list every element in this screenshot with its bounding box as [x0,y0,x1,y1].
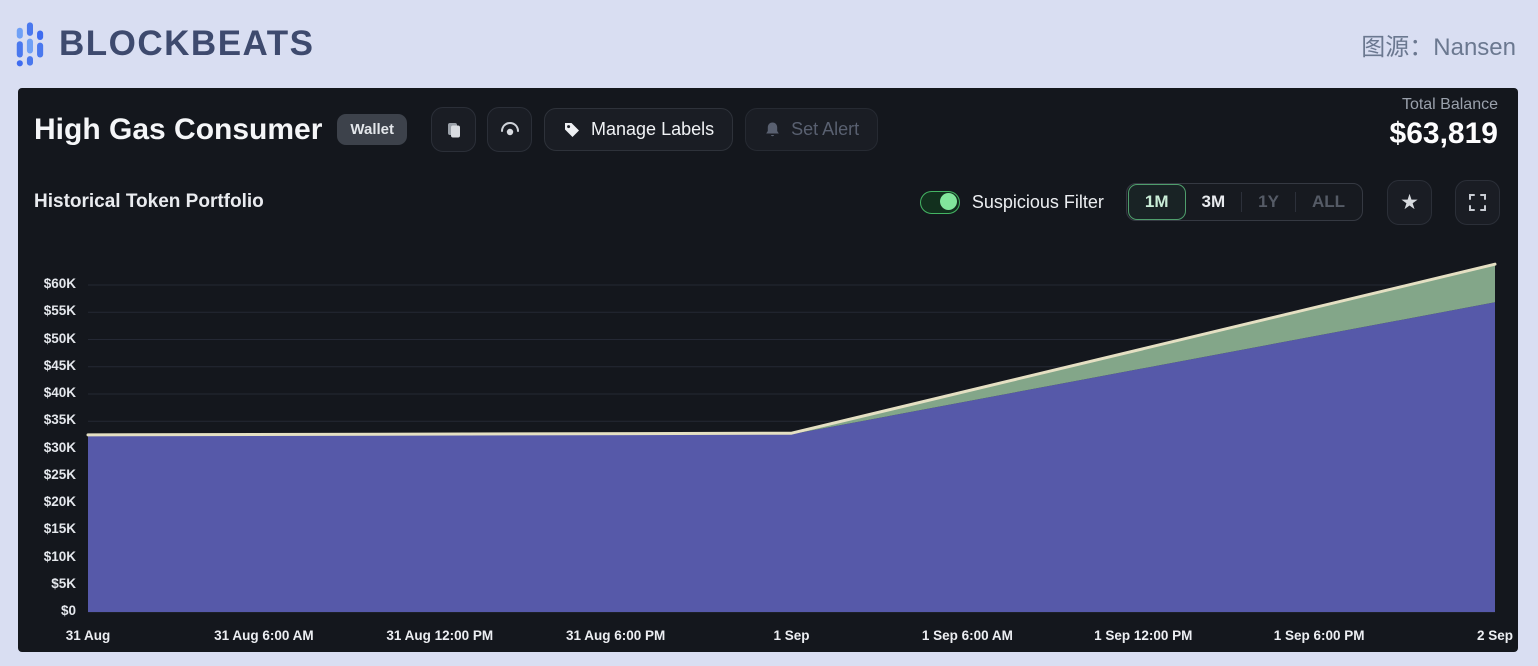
time-range-selector: 1M3M1YALL [1126,183,1363,221]
y-tick: $15K [18,521,76,536]
image-source-note: 图源：Nansen [1361,27,1516,62]
chart-toolbar: Historical Token Portfolio Suspicious Fi… [34,180,1500,224]
watch-wallet-button[interactable] [487,107,532,152]
manage-labels-label: Manage Labels [591,119,714,140]
total-balance-value: $63,819 [1390,117,1498,151]
y-tick: $35K [18,412,76,427]
x-tick: 31 Aug 6:00 AM [214,628,314,643]
y-tick: $10K [18,549,76,564]
tag-icon [563,121,581,139]
y-tick: $0 [18,603,76,618]
fullscreen-icon [1468,193,1487,212]
suspicious-filter-label: Suspicious Filter [972,192,1104,213]
portfolio-chart[interactable]: $60K $55K $50K $45K $40K $35K $30K $25K $20K $15K… [18,248,1518,652]
wallet-type-badge: Wallet [337,114,407,145]
star-icon: ★ [1400,192,1419,213]
x-tick: 31 Aug [66,628,111,643]
range-1m[interactable]: 1M [1128,184,1186,220]
panel-header: High Gas Consumer Wallet Manage Labels [34,107,1258,152]
set-alert-button[interactable]: Set Alert [745,108,878,151]
y-tick: $60K [18,276,76,291]
fullscreen-button[interactable] [1455,180,1500,225]
range-3m[interactable]: 3M [1186,184,1242,220]
copy-icon [444,120,464,140]
x-tick: 31 Aug 6:00 PM [566,628,665,643]
wallet-title: High Gas Consumer [34,113,322,147]
suspicious-filter-toggle[interactable] [920,191,960,214]
set-alert-label: Set Alert [791,119,859,140]
x-tick: 1 Sep 6:00 PM [1274,628,1365,643]
x-tick: 31 Aug 12:00 PM [386,628,493,643]
bell-icon [764,121,781,139]
eye-icon [499,120,521,140]
top-bar: BLOCKBEATS 图源：Nansen [0,0,1538,88]
brand-wordmark: BLOCKBEATS [59,24,314,64]
wallet-panel: High Gas Consumer Wallet Manage Labels [18,88,1518,652]
manage-labels-button[interactable]: Manage Labels [544,108,733,151]
y-tick: $30K [18,440,76,455]
y-tick: $20K [18,494,76,509]
x-tick: 2 Sep [1477,628,1513,643]
chart-canvas[interactable] [18,248,1518,652]
y-tick: $5K [18,576,76,591]
x-tick: 1 Sep [773,628,809,643]
y-tick: $25K [18,467,76,482]
copy-address-button[interactable] [431,107,476,152]
x-tick: 1 Sep 12:00 PM [1094,628,1192,643]
y-tick: $50K [18,331,76,346]
total-balance-label: Total Balance [1390,96,1498,114]
y-tick: $55K [18,303,76,318]
y-tick: $40K [18,385,76,400]
total-balance: Total Balance $63,819 [1390,96,1498,151]
favorite-button[interactable]: ★ [1387,180,1432,225]
range-1y[interactable]: 1Y [1242,184,1295,220]
range-all[interactable]: ALL [1296,184,1361,220]
section-title: Historical Token Portfolio [34,191,264,213]
x-tick: 1 Sep 6:00 AM [922,628,1013,643]
toggle-knob [940,193,957,210]
blockbeats-logo-icon [16,21,50,67]
blockbeats-logo: BLOCKBEATS [16,21,314,67]
y-tick: $45K [18,358,76,373]
